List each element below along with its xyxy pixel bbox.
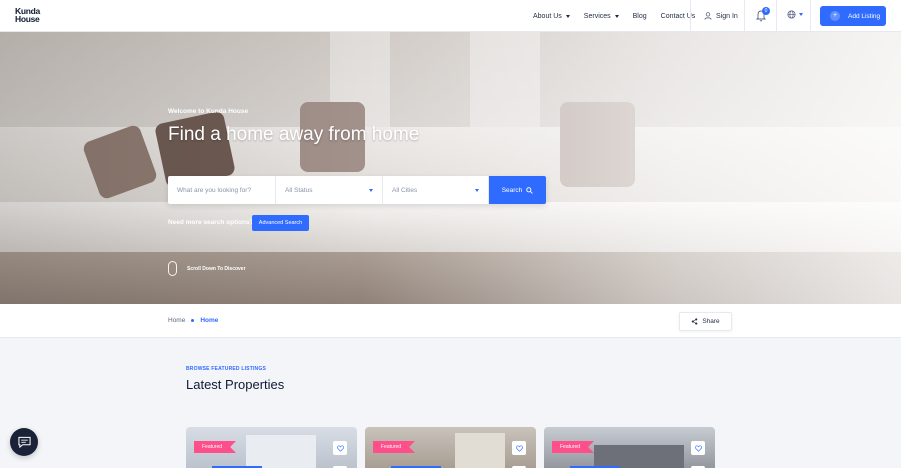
main-nav: About Us Services Blog Contact Us <box>533 0 695 32</box>
add-listing-button[interactable]: + Add Listing <box>820 6 886 26</box>
add-listing-label: Add Listing <box>848 12 881 20</box>
sign-in-label: Sign In <box>716 12 738 20</box>
breadcrumb-home-link[interactable]: Home <box>168 317 185 324</box>
featured-badge: Featured <box>373 441 416 453</box>
nav-blog-label: Blog <box>632 12 647 20</box>
breadcrumb: Home Home <box>168 317 218 324</box>
property-card[interactable]: Featured <box>186 427 357 468</box>
chat-icon <box>17 436 31 448</box>
nav-about-us[interactable]: About Us <box>533 13 570 20</box>
site-header: Kunda House About Us Services Blog Conta… <box>0 0 901 32</box>
featured-badge: Featured <box>552 441 595 453</box>
plus-icon: + <box>830 11 840 21</box>
chat-button[interactable] <box>10 428 38 456</box>
hero-bg-overlay <box>0 32 901 304</box>
nav-services-label: Services <box>583 12 611 20</box>
chevron-down-icon <box>614 14 619 18</box>
status-select[interactable]: All Status <box>276 176 383 204</box>
hero-welcome-text: Welcome to Kunda House <box>168 108 249 115</box>
share-button[interactable]: Share <box>679 312 732 331</box>
header-divider <box>810 0 811 32</box>
status-select-value: All Status <box>285 186 313 194</box>
search-keyword-input[interactable]: What are you looking for? <box>168 176 276 204</box>
share-icon <box>692 318 698 325</box>
notification-badge: 0 <box>762 7 770 15</box>
more-options-text: Need more search options? <box>168 219 254 226</box>
chevron-down-icon <box>565 14 570 18</box>
language-selector[interactable] <box>787 10 803 19</box>
scroll-down-link[interactable]: Scroll Down To Discover <box>187 266 246 272</box>
search-button-label: Search <box>501 186 523 194</box>
search-button[interactable]: Search <box>489 176 546 204</box>
search-keyword-placeholder: What are you looking for? <box>177 186 252 194</box>
chevron-down-icon <box>799 13 803 16</box>
site-logo[interactable]: Kunda House <box>15 7 47 24</box>
city-select[interactable]: All Cities <box>383 176 489 204</box>
city-select-value: All Cities <box>392 186 418 194</box>
sign-in-link[interactable]: Sign In <box>704 0 738 32</box>
search-icon <box>526 186 534 194</box>
advanced-search-button[interactable]: Advanced Search <box>252 215 309 231</box>
nav-blog[interactable]: Blog <box>633 13 647 20</box>
header-divider <box>690 0 691 32</box>
breadcrumb-separator <box>191 319 195 322</box>
globe-icon <box>787 10 796 19</box>
breadcrumb-current: Home <box>200 317 219 324</box>
nav-services[interactable]: Services <box>584 13 619 20</box>
section-eyebrow: BROWSE FEATURED LISTINGS <box>186 366 266 372</box>
heart-icon[interactable] <box>691 441 705 455</box>
header-divider <box>744 0 745 32</box>
property-card[interactable]: Featured <box>365 427 536 468</box>
chevron-down-icon <box>475 188 479 192</box>
user-icon <box>704 12 712 20</box>
share-label: Share <box>702 318 720 325</box>
header-divider <box>776 0 777 32</box>
hero-search-bar: What are you looking for? All Status All… <box>168 176 546 204</box>
section-title: Latest Properties <box>186 377 285 392</box>
property-image <box>246 435 316 468</box>
property-image <box>594 445 684 468</box>
logo-line-2: House <box>15 14 40 24</box>
featured-badge: Featured <box>194 441 237 453</box>
mouse-icon <box>168 261 177 276</box>
nav-about-us-label: About Us <box>533 12 562 20</box>
property-image <box>455 433 505 468</box>
heart-icon[interactable] <box>333 441 347 455</box>
breadcrumb-bar: Home Home Share <box>0 304 901 338</box>
hero-title: Find a home away from home <box>168 124 420 145</box>
heart-icon[interactable] <box>512 441 526 455</box>
chevron-down-icon <box>369 188 373 192</box>
property-card[interactable]: Featured <box>544 427 715 468</box>
hero-banner: Welcome to Kunda House Find a home away … <box>0 32 901 304</box>
